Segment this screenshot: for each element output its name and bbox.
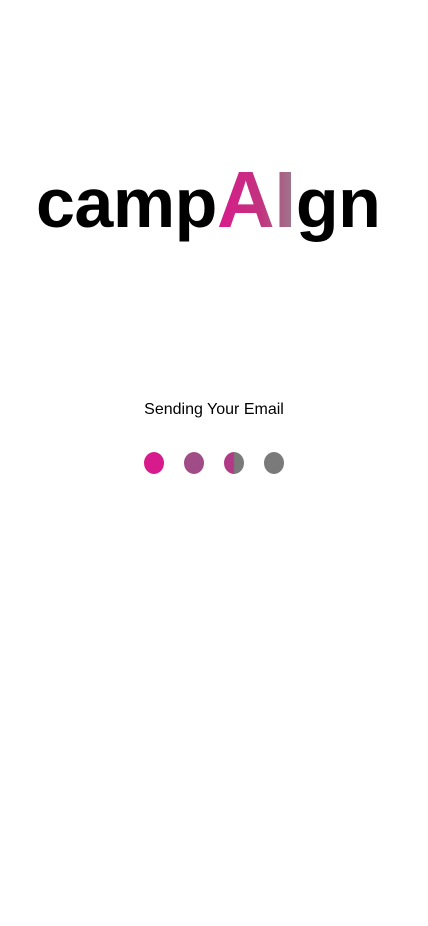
status-message: Sending Your Email — [144, 401, 284, 418]
logo-text-gn: gn — [295, 164, 381, 242]
loading-screen: campAIgn Sending Your Email — [0, 0, 428, 926]
loading-indicator — [144, 452, 288, 474]
loading-dot-1 — [144, 452, 164, 474]
loading-dot-4 — [264, 452, 284, 474]
logo-text-ai: AI — [216, 155, 297, 244]
loading-dot-2 — [184, 452, 204, 474]
logo-text-camp: camp — [36, 164, 217, 242]
app-logo: campAIgn — [36, 155, 396, 244]
loading-dot-3 — [224, 452, 244, 474]
